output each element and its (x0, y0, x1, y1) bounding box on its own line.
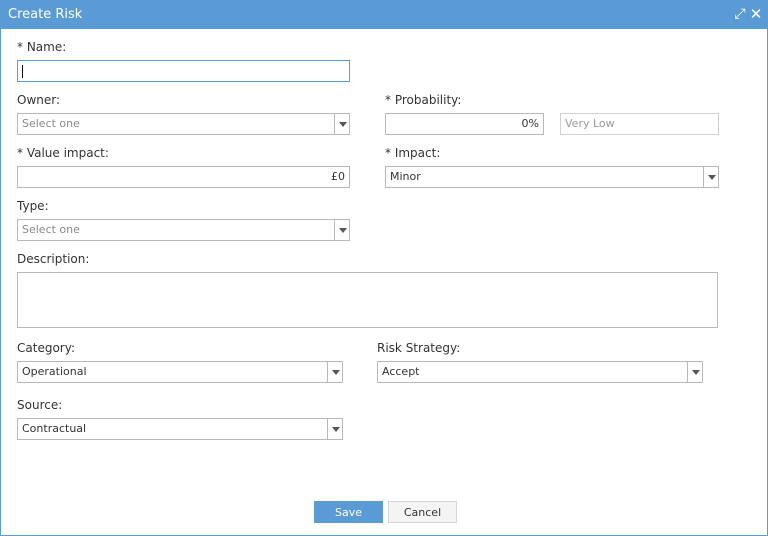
text-caret (22, 65, 23, 78)
probability-level-field: Very Low (560, 113, 719, 135)
cancel-button[interactable]: Cancel (388, 501, 457, 523)
source-label: Source: (17, 398, 63, 412)
type-value: Select one (22, 223, 80, 236)
description-label: Description: (17, 252, 90, 266)
owner-label: Owner: (17, 93, 61, 107)
chevron-down-icon[interactable] (703, 167, 718, 187)
maximize-icon[interactable]: ⤢ (733, 6, 747, 22)
impact-value: Minor (390, 170, 421, 183)
source-select[interactable]: Contractual (17, 418, 343, 440)
create-risk-dialog: Create Risk ⤢ ✕ * Name: Owner: Select on… (0, 0, 768, 536)
chevron-down-icon[interactable] (327, 419, 342, 439)
chevron-down-icon[interactable] (334, 114, 349, 134)
risk-strategy-select[interactable]: Accept (377, 361, 703, 383)
dialog-title: Create Risk (8, 7, 83, 22)
chevron-down-icon[interactable] (327, 362, 342, 382)
impact-select[interactable]: Minor (385, 166, 719, 188)
probability-label: * Probability: (385, 93, 462, 107)
name-label: * Name: (17, 40, 67, 54)
owner-value: Select one (22, 117, 80, 130)
chevron-down-icon[interactable] (687, 362, 702, 382)
name-input[interactable] (17, 60, 350, 82)
chevron-down-icon[interactable] (334, 220, 349, 240)
probability-value: 0% (521, 117, 539, 130)
value-impact-label: * Value impact: (17, 146, 109, 160)
impact-label: * Impact: (385, 146, 441, 160)
close-icon[interactable]: ✕ (749, 6, 763, 22)
category-label: Category: (17, 341, 75, 355)
probability-level-value: Very Low (565, 117, 615, 130)
category-value: Operational (22, 365, 87, 378)
owner-select[interactable]: Select one (17, 113, 350, 135)
risk-strategy-label: Risk Strategy: (377, 341, 461, 355)
risk-strategy-value: Accept (382, 365, 420, 378)
value-impact-value: £0 (331, 170, 345, 183)
source-value: Contractual (22, 422, 87, 435)
category-select[interactable]: Operational (17, 361, 343, 383)
probability-input[interactable]: 0% (385, 113, 544, 135)
save-button[interactable]: Save (314, 501, 383, 523)
type-select[interactable]: Select one (17, 219, 350, 241)
value-impact-input[interactable]: £0 (17, 166, 350, 188)
dialog-titlebar[interactable]: Create Risk ⤢ ✕ (1, 1, 767, 29)
type-label: Type: (17, 199, 49, 213)
description-textarea[interactable] (17, 272, 718, 328)
